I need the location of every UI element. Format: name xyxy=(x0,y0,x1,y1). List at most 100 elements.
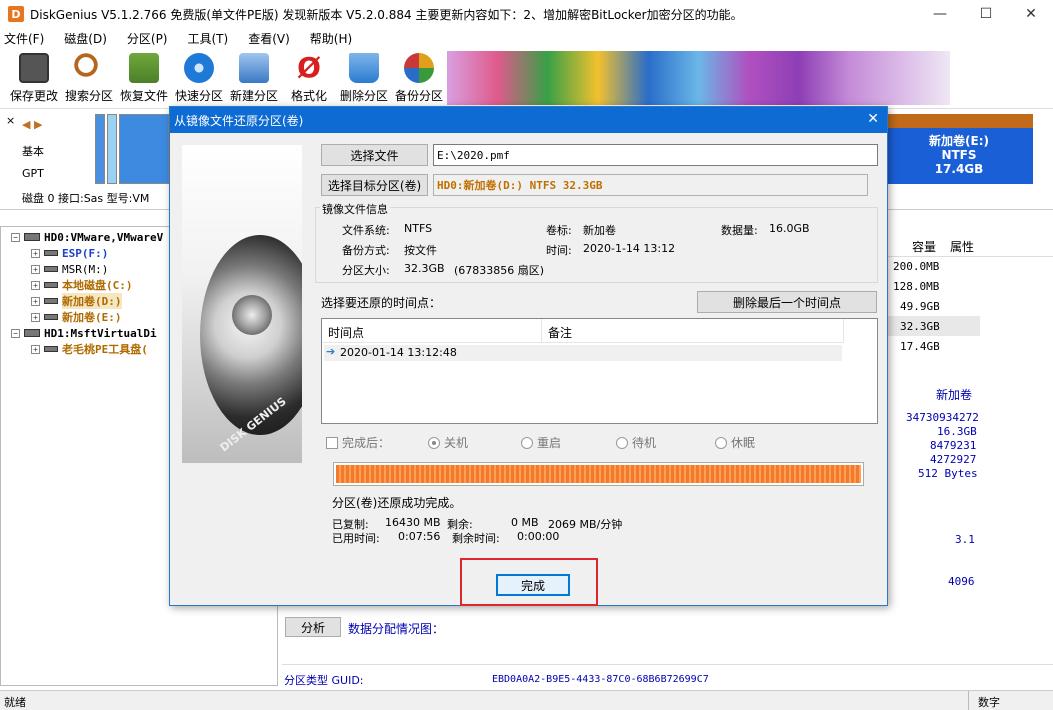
partition-icon xyxy=(44,298,58,304)
expand-icon[interactable]: + xyxy=(31,296,40,306)
menu-bar: 文件(F) 磁盘(D) 分区(P) 工具(T) 查看(V) 帮助(H) xyxy=(0,28,1053,48)
dialog-title: 从镜像文件还原分区(卷) xyxy=(174,113,304,128)
volume-label-value: 新加卷 xyxy=(583,224,616,237)
new-partition-button[interactable]: 新建分区 xyxy=(226,53,282,105)
result-message: 分区(卷)还原成功完成。 xyxy=(332,496,462,510)
select-file-button[interactable]: 选择文件 xyxy=(321,144,428,166)
partition-sectors: (67833856 扇区) xyxy=(454,264,545,277)
minimize-button[interactable]: — xyxy=(917,0,963,28)
collapse-icon[interactable]: − xyxy=(11,232,20,242)
advertisement-banner[interactable] xyxy=(447,51,950,105)
radio-icon xyxy=(616,436,628,449)
quick-partition-icon xyxy=(184,53,214,83)
tree-node-c[interactable]: + 本地磁盘(C:) xyxy=(31,277,133,293)
analyze-button[interactable]: 分析 xyxy=(285,617,341,637)
capacity-cell: 17.4GB xyxy=(900,340,940,353)
partition-strip-esp[interactable] xyxy=(95,114,105,184)
quick-partition-button[interactable]: 快速分区 xyxy=(171,53,227,105)
note-column-header[interactable]: 备注 xyxy=(548,324,572,341)
menu-partition[interactable]: 分区(P) xyxy=(127,30,168,47)
volume-label-label: 卷标: xyxy=(546,224,572,237)
tree-node-msr[interactable]: + MSR(M:) xyxy=(31,261,108,277)
delete-last-point-button[interactable]: 删除最后一个时间点 xyxy=(697,291,877,313)
tree-node-d[interactable]: + 新加卷(D:) xyxy=(31,293,122,309)
radio-icon xyxy=(715,436,727,449)
delete-icon xyxy=(349,53,379,83)
status-bar: 就绪 数字 xyxy=(0,690,1053,710)
tree-label: 新加卷(D:) xyxy=(62,293,122,309)
remaining-time-value: 0:00:00 xyxy=(517,530,560,543)
partition-icon xyxy=(44,314,58,320)
disk-type: 基本 xyxy=(22,145,44,158)
toolbar-label: 保存更改 xyxy=(9,89,58,103)
time-column-header[interactable]: 时间点 xyxy=(328,324,364,341)
disk-icon xyxy=(24,329,40,337)
copied-value: 16430 MB xyxy=(385,516,441,529)
app-icon: D xyxy=(8,6,24,22)
format-button[interactable]: Ø 格式化 xyxy=(281,53,337,105)
expand-icon[interactable]: + xyxy=(31,344,40,354)
toolbar: 保存更改 搜索分区 恢复文件 快速分区 新建分区 Ø 格式化 删除分区 备份分区 xyxy=(0,49,1053,109)
search-partition-button[interactable]: 搜索分区 xyxy=(61,53,117,105)
list-header xyxy=(322,319,844,343)
restore-point-list[interactable]: 时间点 备注 ➔ 2020-01-14 13:12:48 xyxy=(321,318,878,424)
list-item[interactable]: ➔ 2020-01-14 13:12:48 xyxy=(324,345,842,361)
partition-icon xyxy=(44,282,58,288)
radio-label: 待机 xyxy=(632,436,657,450)
partition-block-e[interactable]: 新加卷(E:) NTFS 17.4GB xyxy=(885,114,1033,184)
dialog-close-button[interactable]: ✕ xyxy=(867,111,879,127)
tree-node-hd1[interactable]: − HD1:MsftVirtualDi xyxy=(11,325,157,341)
expand-icon[interactable]: + xyxy=(31,280,40,290)
image-file-path-input[interactable]: E:\2020.pmf xyxy=(433,144,878,166)
partition-e-fs: NTFS xyxy=(941,148,977,162)
maximize-button[interactable]: ☐ xyxy=(963,0,1009,28)
nav-arrows-icon[interactable]: ◀ ▶ xyxy=(22,118,42,131)
expand-icon[interactable]: + xyxy=(31,312,40,322)
menu-view[interactable]: 查看(V) xyxy=(248,30,290,47)
tree-node-esp[interactable]: + ESP(F:) xyxy=(31,245,108,261)
radio-standby[interactable]: 待机 xyxy=(616,434,656,451)
fs-label: 文件系统: xyxy=(342,224,390,237)
backup-partition-button[interactable]: 备份分区 xyxy=(391,53,447,105)
save-icon xyxy=(19,53,49,83)
toolbar-label: 备份分区 xyxy=(394,89,443,103)
menu-disk[interactable]: 磁盘(D) xyxy=(64,30,107,47)
close-small-icon[interactable]: × xyxy=(6,114,15,127)
toolbar-label: 新建分区 xyxy=(229,89,278,103)
checkbox-box xyxy=(326,436,338,449)
partition-icon xyxy=(44,266,58,272)
title-bar: D DiskGenius V5.1.2.766 免费版(单文件PE版) 发现新版… xyxy=(0,0,1053,28)
capacity-cell: 128.0MB xyxy=(893,280,940,293)
backup-mode-label: 备份方式: xyxy=(342,244,390,257)
select-target-button[interactable]: 选择目标分区(卷) xyxy=(321,174,428,196)
select-restore-point-label: 选择要还原的时间点： xyxy=(321,296,442,310)
menu-file[interactable]: 文件(F) xyxy=(4,30,44,47)
finish-button[interactable]: 完成 xyxy=(496,574,570,596)
menu-help[interactable]: 帮助(H) xyxy=(310,30,352,47)
recover-files-button[interactable]: 恢复文件 xyxy=(116,53,172,105)
detail-value: 4272927 xyxy=(930,453,977,466)
save-changes-button[interactable]: 保存更改 xyxy=(6,53,62,105)
partition-strip-msr[interactable] xyxy=(107,114,117,184)
delete-partition-button[interactable]: 删除分区 xyxy=(336,53,392,105)
recover-icon xyxy=(129,53,159,83)
close-button[interactable]: ✕ xyxy=(1008,0,1053,28)
radio-restart[interactable]: 重启 xyxy=(521,434,561,451)
tree-label: 本地磁盘(C:) xyxy=(62,279,133,292)
capacity-cell: 200.0MB xyxy=(893,260,940,273)
tree-node-hd0[interactable]: − HD0:VMware,VMwareV xyxy=(11,229,163,245)
detail-value: 34730934272 xyxy=(906,411,979,424)
collapse-icon[interactable]: − xyxy=(11,328,20,338)
radio-shutdown[interactable]: 关机 xyxy=(428,434,468,451)
tree-node-e[interactable]: + 新加卷(E:) xyxy=(31,309,122,325)
expand-icon[interactable]: + xyxy=(31,264,40,274)
after-complete-checkbox[interactable]: 完成后： xyxy=(326,434,390,451)
time-label: 时间: xyxy=(546,244,572,257)
partition-strip-c[interactable] xyxy=(119,114,169,184)
expand-icon[interactable]: + xyxy=(31,248,40,258)
version-value: 3.1 xyxy=(955,533,975,546)
tree-node-pe[interactable]: + 老毛桃PE工具盘( xyxy=(31,341,148,357)
radio-hibernate[interactable]: 休眠 xyxy=(715,434,755,451)
menu-tools[interactable]: 工具(T) xyxy=(188,30,229,47)
toolbar-label: 格式化 xyxy=(290,89,327,103)
